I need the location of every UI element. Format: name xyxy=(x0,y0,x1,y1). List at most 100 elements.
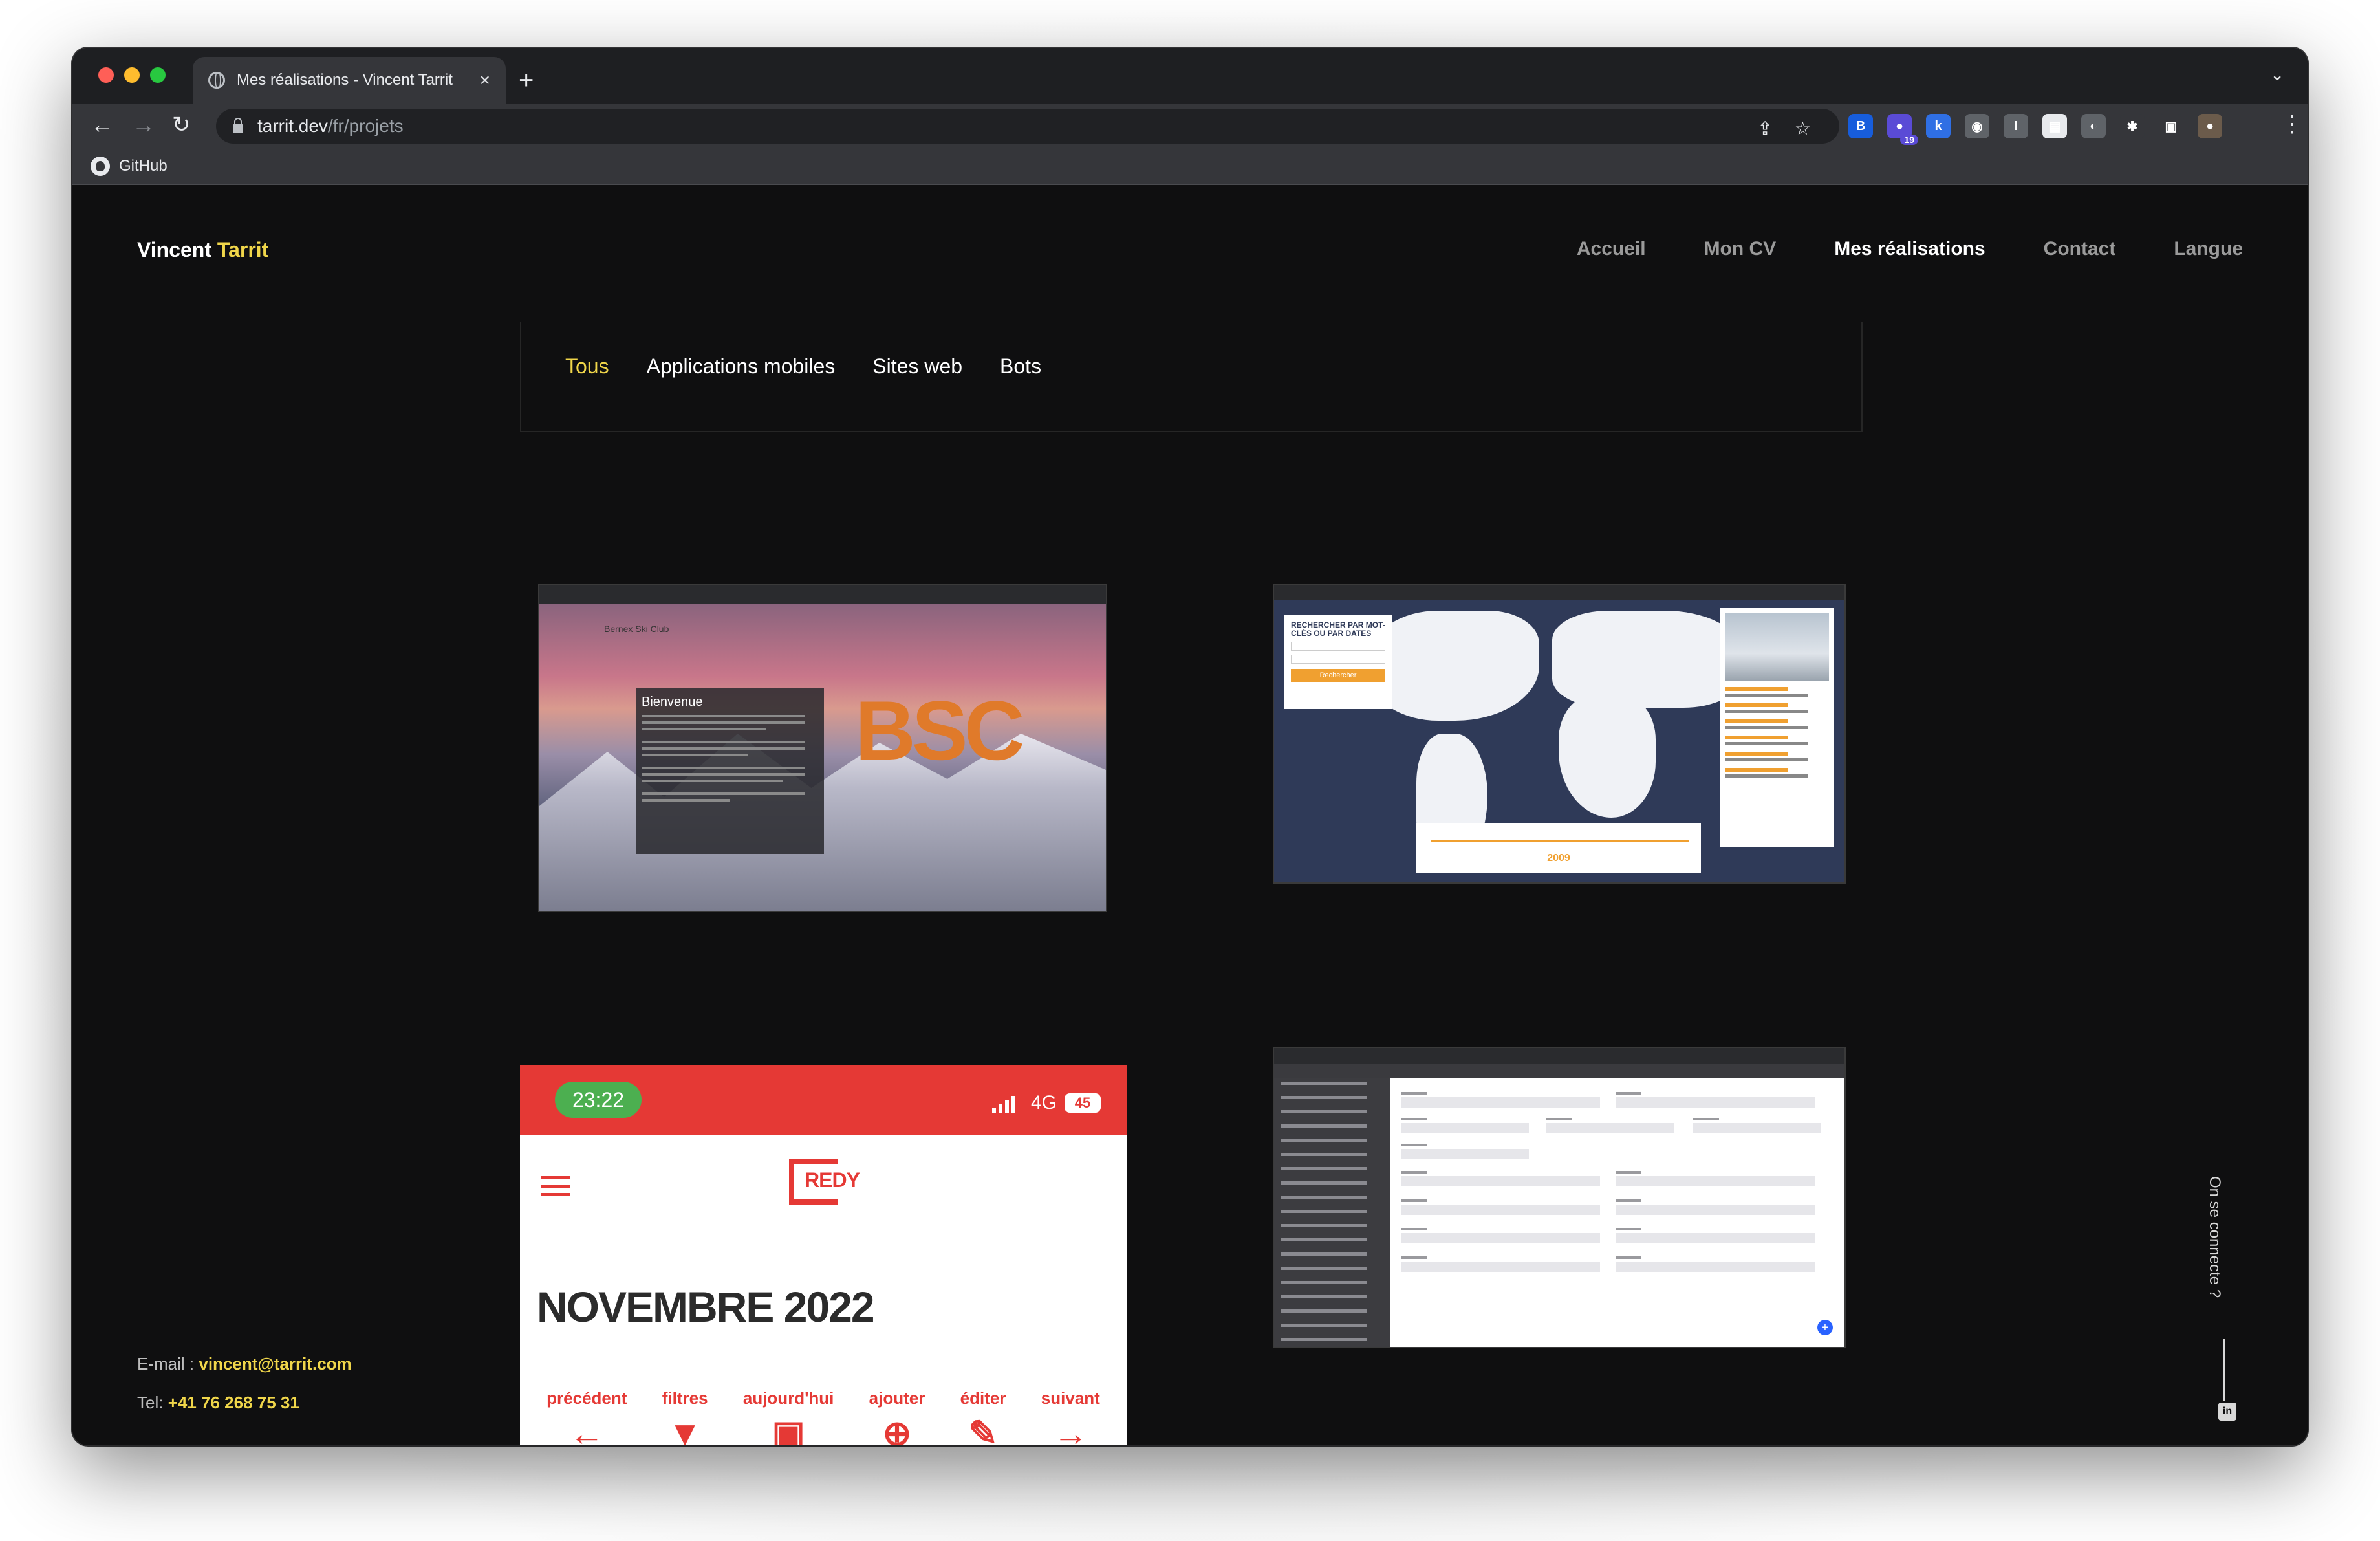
close-window-button[interactable] xyxy=(98,67,114,83)
bsc-site-name: Bernex Ski Club xyxy=(604,624,669,634)
calendar-action-3[interactable]: ajouter ⊕ xyxy=(869,1388,925,1445)
form-field[interactable] xyxy=(1401,1149,1529,1159)
sidebar-row[interactable] xyxy=(1281,1096,1368,1099)
calendar-action-4[interactable]: éditer ✎ xyxy=(960,1388,1006,1445)
sidebar-row[interactable] xyxy=(1281,1252,1368,1256)
chevron-down-icon[interactable]: ⌄ xyxy=(2270,65,2284,85)
sidebar-row[interactable] xyxy=(1281,1238,1368,1241)
sidebar-row[interactable] xyxy=(1281,1281,1368,1284)
share-icon[interactable]: ⇪ xyxy=(1757,118,1772,139)
sidebar-row[interactable] xyxy=(1281,1295,1368,1298)
github-icon xyxy=(91,157,110,176)
document-icon[interactable]: ▤ xyxy=(2042,114,2067,138)
form-field-label xyxy=(1401,1092,1427,1095)
sidebar-row[interactable] xyxy=(1281,1167,1368,1170)
calendar-action-label: éditer xyxy=(960,1388,1006,1408)
browser-window: Mes réalisations - Vincent Tarrit × + ⌄ … xyxy=(72,48,2308,1445)
form-field[interactable] xyxy=(1401,1205,1600,1215)
calendar-action-icon: ← xyxy=(569,1414,605,1445)
bitwarden-icon[interactable]: B xyxy=(1848,114,1873,138)
globe-icon xyxy=(208,72,225,89)
sidebar-row[interactable] xyxy=(1281,1224,1368,1227)
sidebar-row[interactable] xyxy=(1281,1181,1368,1185)
project-card-map[interactable]: RECHERCHER PAR MOT-CLÉS OU PAR DATES Rec… xyxy=(1273,584,1846,884)
project-filter-panel: Tous Applications mobiles Sites web Bots xyxy=(520,322,1863,432)
form-field[interactable] xyxy=(1401,1123,1529,1133)
filter-tab-2[interactable]: Sites web xyxy=(872,355,962,378)
new-tab-button[interactable]: + xyxy=(519,61,534,100)
filter-tab-1[interactable]: Applications mobiles xyxy=(647,355,836,378)
project-card-form-app[interactable]: + xyxy=(1273,1047,1846,1348)
sidebar-row[interactable] xyxy=(1281,1309,1368,1313)
calendar-action-2[interactable]: aujourd'hui ▣ xyxy=(743,1388,834,1445)
side-panel-icon[interactable]: ▣ xyxy=(2159,114,2183,138)
nav-item-4[interactable]: Langue xyxy=(2174,238,2243,260)
form-field[interactable] xyxy=(1616,1233,1815,1243)
form-field-label xyxy=(1401,1118,1427,1120)
email-link[interactable]: vincent@tarrit.com xyxy=(199,1354,351,1373)
sidebar-row[interactable] xyxy=(1281,1324,1368,1327)
form-field[interactable] xyxy=(1401,1097,1600,1108)
star-icon[interactable]: ☆ xyxy=(1795,118,1811,139)
kebab-menu-icon[interactable]: ⋮ xyxy=(2280,107,2304,140)
hamburger-menu-icon[interactable] xyxy=(541,1176,570,1201)
form-field[interactable] xyxy=(1616,1205,1815,1215)
form-field-label xyxy=(1616,1199,1641,1202)
nav-item-3[interactable]: Contact xyxy=(2044,238,2116,260)
sidebar-row[interactable] xyxy=(1281,1196,1368,1199)
sidebar-row[interactable] xyxy=(1281,1338,1368,1341)
sidebar-row[interactable] xyxy=(1281,1110,1368,1113)
project-card-bsc[interactable]: Bernex Ski Club Bienvenue BSC xyxy=(538,584,1107,912)
year-slider[interactable] xyxy=(1431,840,1689,842)
sidebar-row[interactable] xyxy=(1281,1210,1368,1213)
calendar-action-0[interactable]: précédent ← xyxy=(546,1388,627,1445)
nav-item-1[interactable]: Mon CV xyxy=(1704,238,1777,260)
form-field[interactable] xyxy=(1693,1123,1821,1133)
form-field[interactable] xyxy=(1401,1176,1600,1186)
profile-avatar-icon[interactable]: ● xyxy=(2198,114,2222,138)
project-card-redy[interactable]: 23:22 4G 45 REDY NOVEMBRE 2022 précédent… xyxy=(520,1065,1127,1445)
add-fab-button[interactable]: + xyxy=(1817,1320,1833,1335)
filter-tab-3[interactable]: Bots xyxy=(1000,355,1041,378)
nav-item-0[interactable]: Accueil xyxy=(1577,238,1646,260)
form-field[interactable] xyxy=(1401,1233,1600,1243)
tel-link[interactable]: +41 76 268 75 31 xyxy=(168,1393,299,1412)
maximize-window-button[interactable] xyxy=(150,67,166,83)
reload-icon[interactable]: ↻ xyxy=(172,109,191,141)
sidebar-row[interactable] xyxy=(1281,1082,1368,1085)
tab-active[interactable]: Mes réalisations - Vincent Tarrit × xyxy=(193,57,506,104)
form-field[interactable] xyxy=(1401,1262,1600,1272)
sidebar-row[interactable] xyxy=(1281,1124,1368,1128)
filter-tab-0[interactable]: Tous xyxy=(565,355,609,378)
linkedin-icon[interactable]: in xyxy=(2218,1403,2236,1421)
extension-purple-icon[interactable]: ● 19 xyxy=(1887,114,1918,145)
minimize-window-button[interactable] xyxy=(124,67,140,83)
camera-icon[interactable]: ◉ xyxy=(1965,114,1989,138)
close-tab-icon[interactable]: × xyxy=(480,70,490,91)
calendar-action-1[interactable]: filtres ▼ xyxy=(662,1388,708,1445)
address-bar[interactable]: tarrit.dev/fr/projets ⇪ ☆ xyxy=(216,109,1839,144)
sidebar-row[interactable] xyxy=(1281,1139,1368,1142)
map-search-button[interactable]: Rechercher xyxy=(1291,669,1385,682)
forward-arrow-icon[interactable]: → xyxy=(132,109,155,141)
contact-info: E-mail : vincent@tarrit.com Tel: +41 76 … xyxy=(137,1344,352,1422)
phone-status-bar: 23:22 4G 45 xyxy=(520,1065,1127,1135)
info-icon[interactable]: I xyxy=(2004,114,2028,138)
form-field[interactable] xyxy=(1616,1262,1815,1272)
bookmark-github[interactable]: GitHub xyxy=(91,157,168,176)
form-field[interactable] xyxy=(1546,1123,1674,1133)
site-brand[interactable]: Vincent Tarrit xyxy=(137,238,268,262)
globe-extension-icon[interactable]: ◐ xyxy=(2081,114,2106,138)
k-icon[interactable]: k xyxy=(1926,114,1951,138)
map-search-input[interactable] xyxy=(1291,642,1385,651)
sidebar-row[interactable] xyxy=(1281,1267,1368,1270)
map-date-input[interactable] xyxy=(1291,655,1385,664)
back-arrow-icon[interactable]: ← xyxy=(91,109,114,141)
sidebar-row[interactable] xyxy=(1281,1153,1368,1156)
calendar-action-5[interactable]: suivant → xyxy=(1041,1388,1100,1445)
form-field[interactable] xyxy=(1616,1097,1815,1108)
nav-item-2[interactable]: Mes réalisations xyxy=(1834,238,1985,260)
form-field-label xyxy=(1616,1171,1641,1174)
puzzle-icon[interactable]: ✱ xyxy=(2120,114,2145,138)
form-field[interactable] xyxy=(1616,1176,1815,1186)
